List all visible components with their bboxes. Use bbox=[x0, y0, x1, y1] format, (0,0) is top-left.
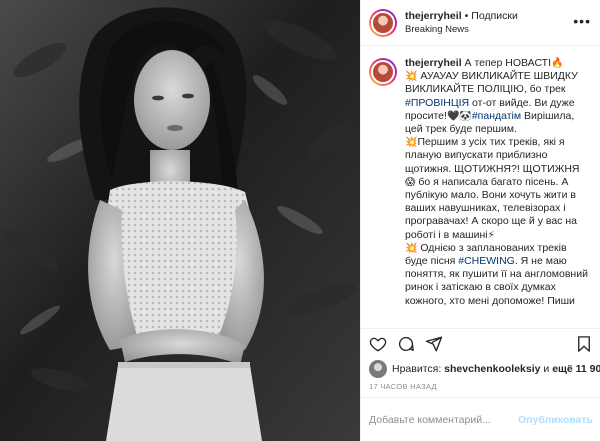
share-icon[interactable] bbox=[425, 335, 443, 353]
likes-count[interactable]: ещё 11 900 bbox=[552, 363, 600, 375]
publish-button[interactable]: Опубликовать bbox=[518, 414, 593, 426]
comment-input[interactable] bbox=[369, 413, 513, 426]
liker-username[interactable]: shevchenkooleksiy bbox=[444, 363, 540, 375]
author-username[interactable]: thejerryheil bbox=[405, 10, 462, 22]
burst-emoji: 💥 bbox=[405, 242, 418, 254]
likes-prefix: Нравится: bbox=[392, 363, 442, 375]
burst-emoji: 💥 bbox=[405, 137, 418, 149]
caption-area[interactable]: thejerryheil А тепер НОВАСТІ🔥 💥 АУАУАУ ВИ… bbox=[361, 47, 600, 328]
hashtag-chewing[interactable]: #CHEWING bbox=[458, 255, 515, 267]
lightning-emoji: ⚡ bbox=[487, 229, 495, 241]
post-timestamp[interactable]: 17 ЧАСОВ НАЗАД bbox=[369, 382, 437, 391]
likes-row: Нравится: shevchenkooleksiy и ещё 11 900 bbox=[369, 360, 600, 378]
caption-text: А тепер НОВАСТІ bbox=[464, 57, 552, 69]
heart-panda-emoji: 🖤🐼 bbox=[446, 110, 472, 122]
action-bar bbox=[361, 328, 600, 358]
fire-emoji: 🔥 bbox=[551, 58, 564, 69]
post-caption: thejerryheil А тепер НОВАСТІ🔥 💥 АУАУАУ ВИ… bbox=[405, 57, 591, 308]
comment-box: Опубликовать bbox=[361, 397, 600, 441]
bookmark-icon[interactable] bbox=[575, 335, 593, 353]
post-location[interactable]: Breaking News bbox=[405, 23, 518, 36]
caption-text: АУАУАУ ВИКЛИКАЙТЕ ШВИДКУ ВИКЛИКАЙТЕ ПОЛІ… bbox=[405, 70, 578, 96]
likes-and: и bbox=[543, 363, 550, 375]
separator-dot: • bbox=[464, 9, 469, 22]
more-icon[interactable]: ••• bbox=[573, 14, 591, 28]
liker-avatar[interactable] bbox=[369, 360, 387, 378]
heart-icon[interactable] bbox=[369, 335, 387, 353]
author-avatar[interactable] bbox=[369, 8, 397, 37]
comment-icon[interactable] bbox=[397, 335, 415, 353]
photo-image bbox=[0, 0, 360, 441]
caption-text: Першим з усіх тих треків, які я планую в… bbox=[405, 136, 580, 175]
scream-emoji: 😱 bbox=[405, 176, 416, 188]
caption-avatar[interactable] bbox=[369, 58, 397, 86]
caption-username[interactable]: thejerryheil bbox=[405, 57, 462, 69]
post: thejerryheil • Подписки Breaking News ••• … bbox=[0, 0, 600, 441]
following-button[interactable]: Подписки bbox=[471, 10, 518, 22]
side-panel: thejerryheil • Подписки Breaking News ••• … bbox=[360, 0, 600, 441]
burst-emoji: 💥 bbox=[405, 71, 418, 83]
hashtag-provintsiia[interactable]: #ПРОВІНЦІЯ bbox=[405, 97, 469, 109]
hashtag-pandatim[interactable]: #пандатім bbox=[472, 110, 521, 122]
post-header: thejerryheil • Подписки Breaking News ••• bbox=[361, 0, 600, 46]
caption-text: допоможе! Пиши bbox=[492, 294, 575, 307]
post-photo[interactable] bbox=[0, 0, 360, 441]
